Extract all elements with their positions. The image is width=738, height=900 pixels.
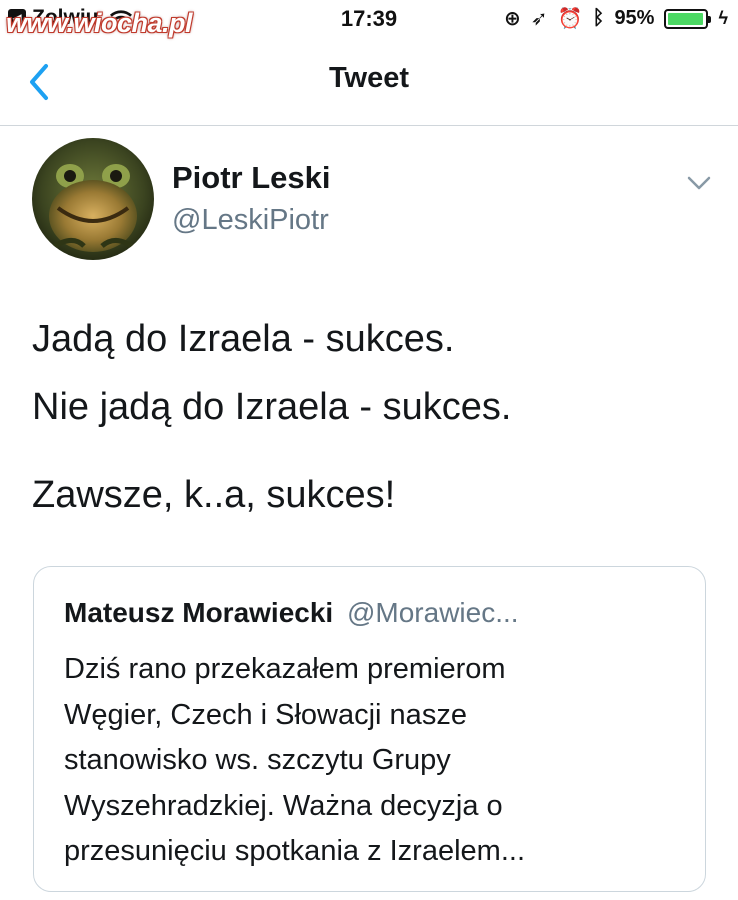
tweet-text-line: Zawsze, k..a, sukces! <box>32 474 396 516</box>
rotation-lock-icon: ⊕ <box>504 8 521 30</box>
author-name[interactable]: Piotr Leski <box>172 160 331 196</box>
location-icon: ➶ <box>530 8 548 30</box>
avatar[interactable] <box>32 138 154 260</box>
quoted-tweet-header: Mateusz Morawiecki @Morawiec... <box>64 597 519 629</box>
status-right: ⊕ ➶ ⏰ ᛒ 95% ϟ <box>504 6 728 31</box>
status-bar: ◀ Zolwiu www.wiocha.pl 17:39 ⊕ ➶ ⏰ ᛒ 95%… <box>0 0 738 40</box>
tweet-text-line: Jadą do Izraela - sukces. <box>32 318 455 360</box>
page-title: Tweet <box>328 62 410 94</box>
quoted-author-name: Mateusz Morawiecki <box>64 597 334 628</box>
tweet-text-line: Nie jadą do Izraela - sukces. <box>32 386 512 428</box>
quoted-text-line: stanowisko ws. szczytu Grupy <box>64 744 451 776</box>
navigation-bar: Tweet <box>0 40 738 126</box>
quoted-text-line: Dziś rano przekazałem premierom <box>64 653 506 685</box>
quoted-tweet-card[interactable]: Mateusz Morawiecki @Morawiec... Dziś ran… <box>33 566 706 892</box>
quoted-tweet-text: Dziś rano przekazałem premierom Węgier, … <box>64 647 684 875</box>
battery-icon <box>664 8 712 29</box>
author-handle[interactable]: @LeskiPiotr <box>172 204 329 237</box>
bluetooth-icon: ᛒ <box>592 7 605 29</box>
chevron-down-icon <box>687 176 711 190</box>
quoted-author-handle: @Morawiec... <box>346 597 519 628</box>
battery-fill <box>668 12 703 25</box>
alarm-icon: ⏰ <box>557 8 583 30</box>
quoted-text-line: Wyszehradzkiej. Ważna decyzja o <box>64 789 503 822</box>
more-options-button[interactable] <box>684 172 714 194</box>
avatar-image <box>32 138 154 260</box>
quoted-text-line: przesunięciu spotkania z Izraelem... <box>64 835 525 867</box>
charging-icon: ϟ <box>718 8 728 28</box>
battery-percent: 95% <box>614 7 655 29</box>
quoted-text-line: Węgier, Czech i Słowacji nasze <box>64 698 467 731</box>
